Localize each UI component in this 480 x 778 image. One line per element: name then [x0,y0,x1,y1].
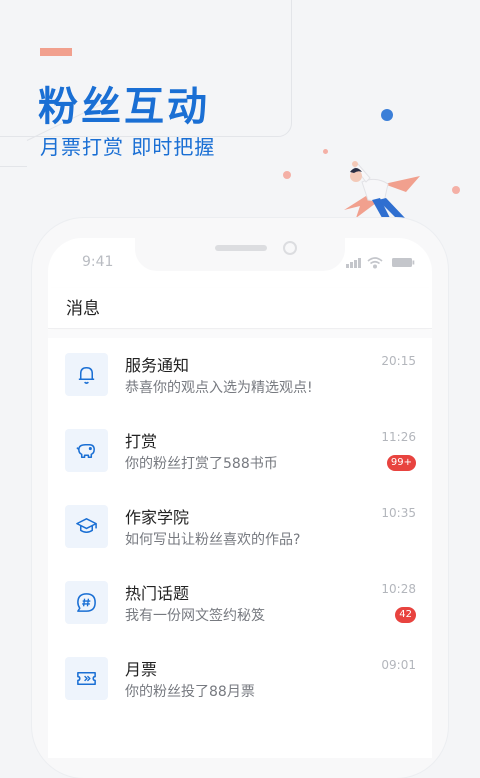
list-item-subtitle: 你的粉丝打赏了588书币 [125,456,278,472]
unread-badge: 42 [395,607,416,623]
bell-icon [78,367,95,384]
header-divider [48,330,432,338]
list-item-title: 服务通知 [125,356,190,375]
unread-badge: 99+ [386,455,416,471]
decor-dot-pink [452,186,460,194]
writer-academy-avatar [65,505,108,548]
phone-screen: 9:41 消息 服务通知 恭喜你的观点入选为精选观点! 20:15 打赏 你的粉… [48,238,432,758]
list-item-time: 09:01 [381,658,416,672]
battery-icon [392,258,415,267]
graduation-cap-icon [76,518,97,534]
list-item-subtitle: 如何写出让粉丝喜欢的作品? [125,532,301,548]
list-item[interactable]: 打赏 你的粉丝打赏了588书币 11:26 99+ [48,429,432,505]
signal-icon [346,258,361,268]
piggy-bank-icon [76,443,95,458]
list-item[interactable]: 作家学院 如何写出让粉丝喜欢的作品? 10:35 [48,505,432,581]
promo-subline: 月票打赏 即时把握 [40,135,216,159]
front-camera [283,241,297,255]
decor-dot-pink [283,171,291,179]
list-item-subtitle: 恭喜你的观点入选为精选观点! [125,380,313,396]
list-item-time: 10:35 [381,506,416,520]
wifi-icon [367,257,383,269]
messages-title: 消息 [66,299,100,319]
accent-bar [40,48,72,56]
speaker-grille [215,245,267,251]
list-item-time: 20:15 [381,354,416,368]
status-time: 9:41 [82,254,114,270]
list-item-subtitle: 我有一份网文签约秘笈 [125,608,265,624]
list-item-title: 月票 [125,660,158,679]
bubble-tail-line [0,166,27,167]
phone-notch [135,238,345,271]
list-item-time: 11:26 [381,430,416,444]
list-item-title: 打赏 [125,432,158,451]
hashtag-chat-icon [77,593,96,612]
status-icons [346,257,415,269]
messages-header: 消息 [48,288,432,329]
decor-dot-blue [381,109,393,121]
hot-topics-avatar [65,581,108,624]
monthly-ticket-avatar [65,657,108,700]
list-item-title: 热门话题 [125,584,190,603]
reward-avatar [65,429,108,472]
ticket-icon [77,671,96,686]
list-item[interactable]: 热门话题 我有一份网文签约秘笈 10:28 42 [48,581,432,657]
service-notice-avatar [65,353,108,396]
list-item-subtitle: 你的粉丝投了88月票 [125,684,255,700]
list-item-title: 作家学院 [125,508,190,527]
list-item[interactable]: 服务通知 恭喜你的观点入选为精选观点! 20:15 [48,353,432,429]
list-item-time: 10:28 [381,582,416,596]
promo-headline: 粉丝互动 [38,83,210,130]
